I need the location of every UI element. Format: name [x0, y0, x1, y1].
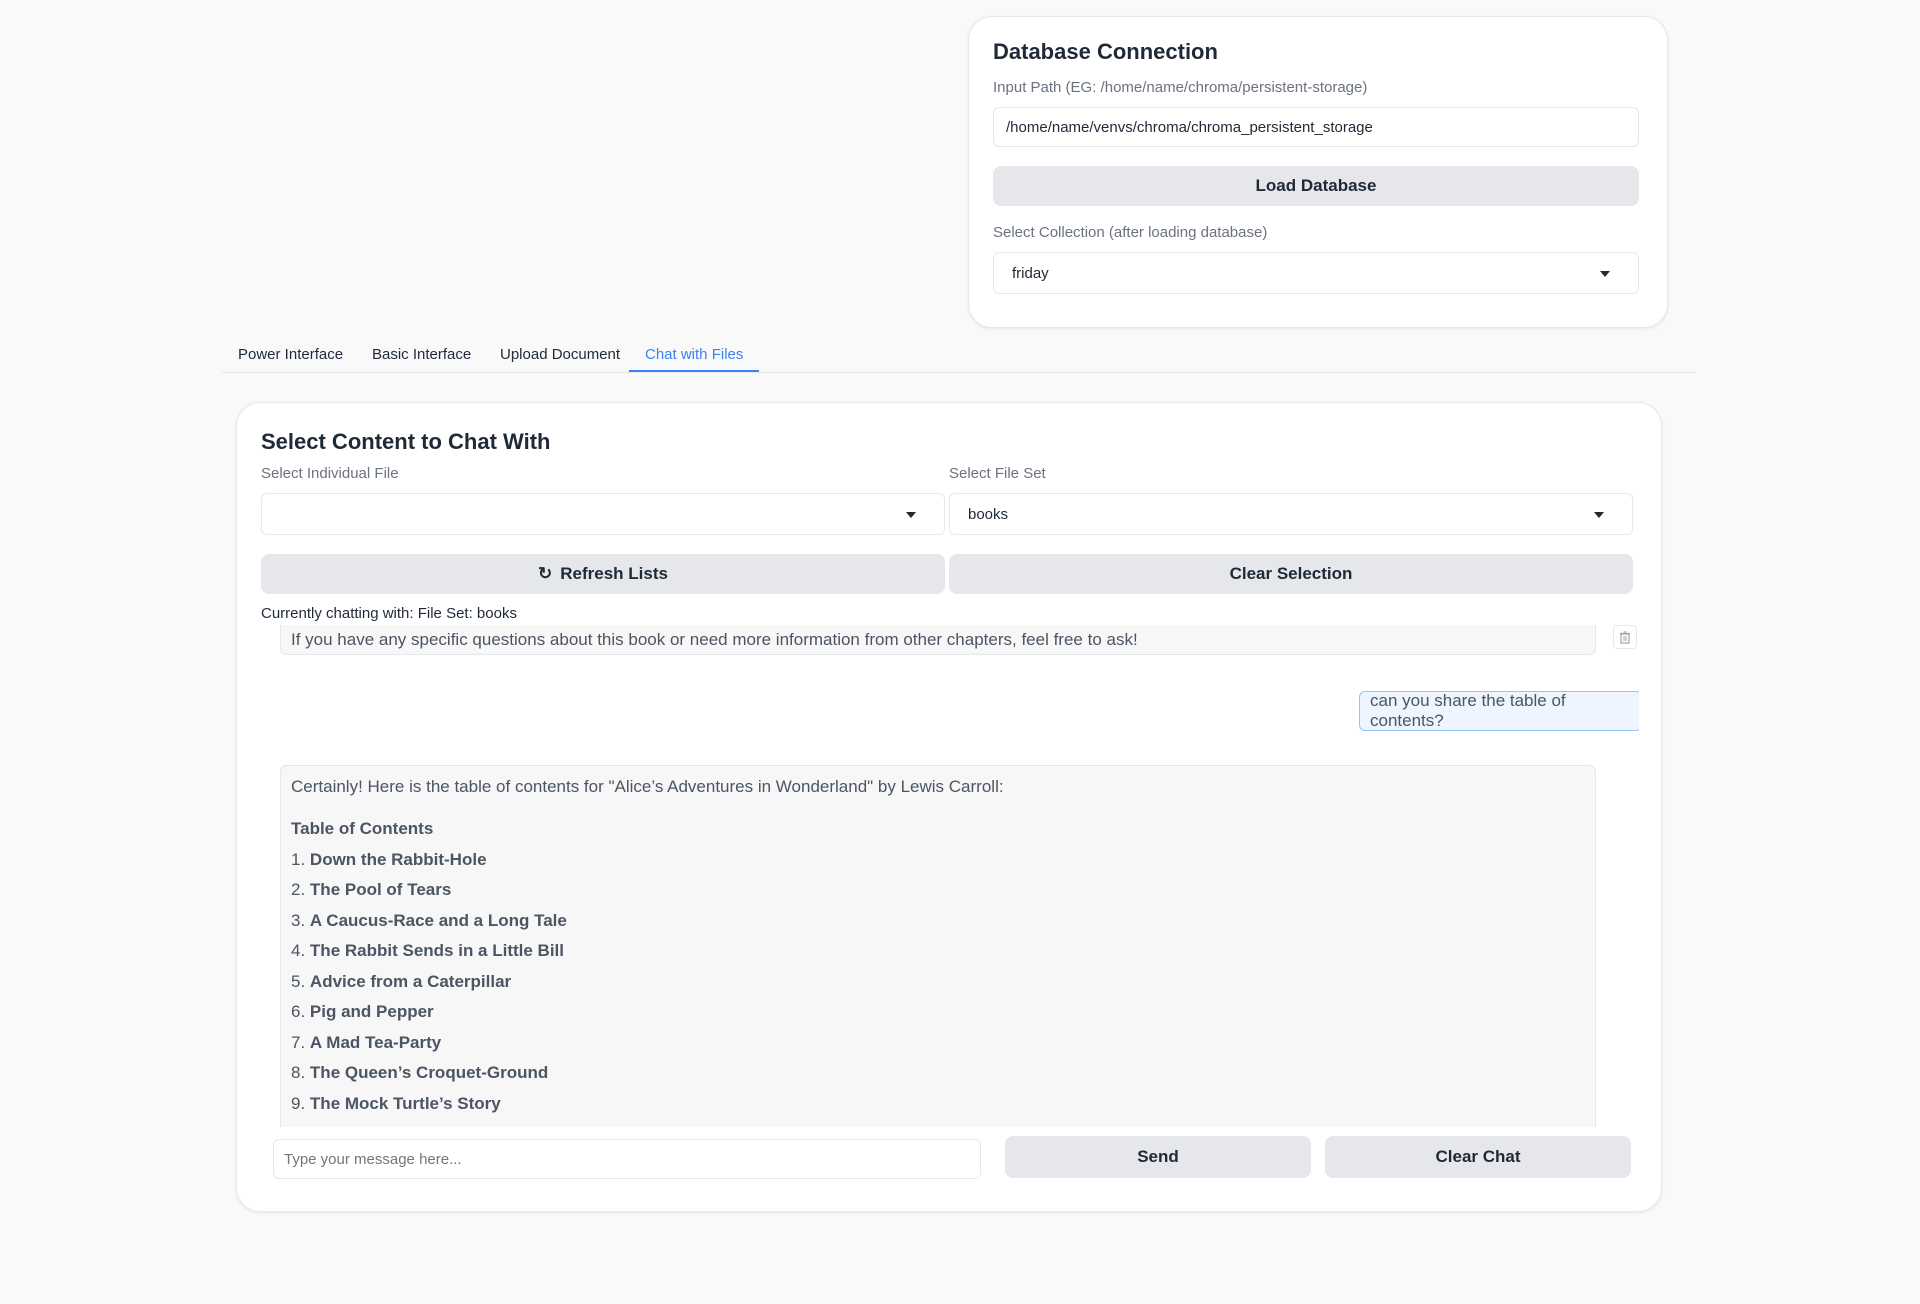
toc-item-number: 3. — [291, 910, 306, 930]
toc-item-number: 2. — [291, 880, 306, 899]
tab-chat-with-files[interactable]: Chat with Files — [629, 342, 760, 372]
toc-item-number: 9. — [291, 1093, 306, 1113]
toc-item: 8. The Queen’s Croquet-Ground — [291, 1058, 1585, 1089]
toc-item-title: The Lobster Quadrille — [319, 1124, 495, 1127]
collection-dropdown-value: friday — [1012, 264, 1049, 282]
toc-item-number: 6. — [291, 1002, 306, 1021]
toc-item-title: The Pool of Tears — [309, 880, 452, 899]
toc-list: 1. Down the Rabbit-Hole 2. The Pool of Te… — [291, 845, 1585, 1128]
select-collection-label: Select Collection (after loading databas… — [993, 224, 1268, 241]
individual-file-label: Select Individual File — [261, 465, 399, 482]
toc-item-title: The Mock Turtle’s Story — [309, 1093, 501, 1113]
bot-message: Certainly! Here is the table of contents… — [280, 765, 1596, 1127]
toc-item: 4. The Rabbit Sends in a Little Bill — [291, 936, 1585, 967]
toc-item-number: 5. — [291, 971, 306, 991]
toc-item-title: A Caucus-Race and a Long Tale — [309, 910, 567, 930]
toc-item: 10. The Lobster Quadrille — [291, 1119, 1585, 1127]
chat-with-files-panel: Select Content to Chat With Select Indiv… — [236, 402, 1662, 1212]
toc-item: 1. Down the Rabbit-Hole — [291, 845, 1585, 876]
chat-panel-title: Select Content to Chat With — [261, 429, 551, 454]
message-input[interactable] — [273, 1139, 981, 1179]
toc-item-number: 10. — [291, 1124, 315, 1127]
toc-item: 2. The Pool of Tears — [291, 875, 1585, 906]
toc-item-title: Pig and Pepper — [309, 1002, 434, 1021]
toc-item-title: Down the Rabbit-Hole — [309, 849, 487, 869]
chevron-down-icon — [906, 512, 916, 518]
toc-item-title: The Queen’s Croquet-Ground — [309, 1063, 549, 1082]
file-set-value: books — [968, 505, 1009, 523]
individual-file-dropdown[interactable] — [261, 493, 945, 535]
toc-item-number: 7. — [291, 1032, 306, 1052]
input-path-label: Input Path (EG: /home/name/chroma/persis… — [993, 79, 1368, 96]
toc-item-number: 1. — [291, 849, 306, 869]
chat-status-text: Currently chatting with: File Set: books — [261, 605, 517, 622]
refresh-lists-label: Refresh Lists — [560, 564, 668, 583]
load-database-button[interactable]: Load Database — [993, 166, 1639, 206]
toc-item: 7. A Mad Tea-Party — [291, 1028, 1585, 1059]
bot-message-intro: Certainly! Here is the table of contents… — [291, 777, 1004, 796]
tab-bar: Power Interface Basic Interface Upload D… — [222, 342, 1696, 373]
chevron-down-icon — [1594, 512, 1604, 518]
tab-upload-document[interactable]: Upload Document — [484, 342, 636, 372]
send-button[interactable]: Send — [1005, 1136, 1311, 1178]
bot-message: If you have any specific questions about… — [280, 625, 1596, 655]
toc-heading: Table of Contents — [291, 819, 434, 838]
input-path-field[interactable]: /home/name/venvs/chroma/chroma_persisten… — [993, 107, 1639, 147]
chat-transcript[interactable]: If you have any specific questions about… — [261, 625, 1639, 1127]
db-panel-title: Database Connection — [993, 39, 1218, 64]
file-set-label: Select File Set — [949, 465, 1046, 482]
trash-icon[interactable] — [1613, 625, 1637, 649]
chevron-down-icon — [1600, 271, 1610, 277]
tab-basic-interface[interactable]: Basic Interface — [356, 342, 487, 372]
file-set-dropdown[interactable]: books — [949, 493, 1633, 535]
toc-item-title: The Rabbit Sends in a Little Bill — [309, 941, 565, 960]
toc-item-title: A Mad Tea-Party — [309, 1032, 442, 1052]
collection-dropdown[interactable]: friday — [993, 252, 1639, 294]
toc-item-number: 4. — [291, 941, 306, 960]
toc-item: 9. The Mock Turtle’s Story — [291, 1089, 1585, 1120]
refresh-icon: ↻ — [538, 564, 553, 583]
toc-item: 3. A Caucus-Race and a Long Tale — [291, 906, 1585, 937]
refresh-lists-button[interactable]: ↻ Refresh Lists — [261, 554, 945, 594]
toc-item-title: Advice from a Caterpillar — [309, 971, 512, 991]
clear-selection-button[interactable]: Clear Selection — [949, 554, 1633, 594]
tab-power-interface[interactable]: Power Interface — [222, 342, 359, 372]
clear-chat-button[interactable]: Clear Chat — [1325, 1136, 1631, 1178]
toc-item-number: 8. — [291, 1063, 306, 1082]
toc-item: 6. Pig and Pepper — [291, 997, 1585, 1028]
user-message: can you share the table of contents? — [1359, 691, 1639, 731]
database-connection-panel: Database Connection Input Path (EG: /hom… — [968, 16, 1668, 328]
toc-item: 5. Advice from a Caterpillar — [291, 967, 1585, 998]
